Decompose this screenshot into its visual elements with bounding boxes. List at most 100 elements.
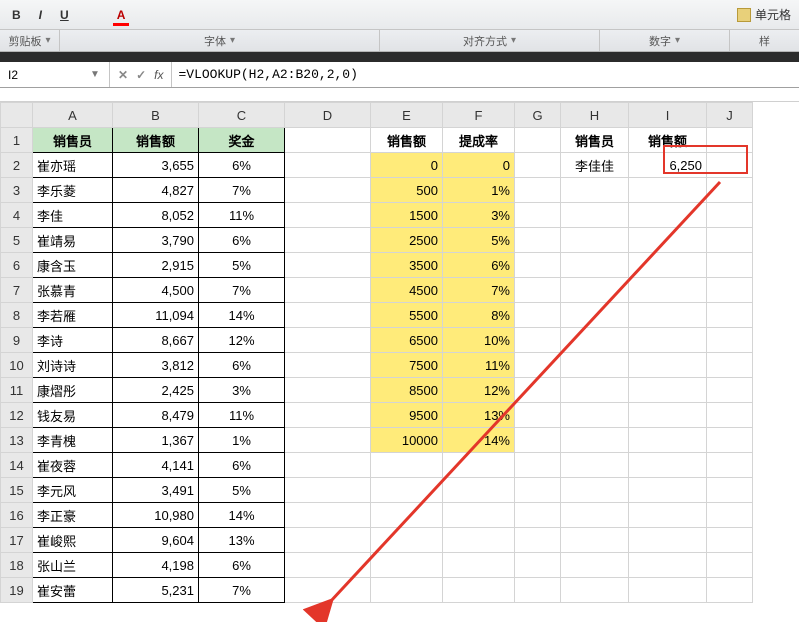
cell[interactable]: 13%	[199, 528, 285, 553]
cell[interactable]	[707, 478, 753, 503]
cell[interactable]: 8,479	[113, 403, 199, 428]
cell[interactable]	[629, 578, 707, 603]
cell[interactable]	[371, 453, 443, 478]
cell[interactable]	[515, 253, 561, 278]
cell[interactable]	[285, 328, 371, 353]
cell[interactable]	[515, 128, 561, 153]
cell[interactable]	[629, 453, 707, 478]
cell[interactable]	[561, 253, 629, 278]
ribbon-section-font[interactable]: 字体▾	[60, 30, 380, 51]
cell[interactable]	[285, 553, 371, 578]
cell[interactable]	[629, 553, 707, 578]
cell[interactable]	[707, 378, 753, 403]
cell[interactable]: 康含玉	[33, 253, 113, 278]
cell[interactable]: 崔安蕾	[33, 578, 113, 603]
col-header-A[interactable]: A	[33, 103, 113, 128]
cell[interactable]: 5500	[371, 303, 443, 328]
ribbon-section-style[interactable]: 样	[730, 30, 799, 51]
cell[interactable]	[285, 578, 371, 603]
cell[interactable]	[285, 128, 371, 153]
cell[interactable]	[707, 328, 753, 353]
cell[interactable]: 提成率	[443, 128, 515, 153]
cell[interactable]: 4,827	[113, 178, 199, 203]
cell[interactable]	[515, 478, 561, 503]
row-header[interactable]: 11	[1, 378, 33, 403]
ribbon-section-number[interactable]: 数字▾	[600, 30, 730, 51]
row-header[interactable]: 2	[1, 153, 33, 178]
cell[interactable]	[629, 253, 707, 278]
cell[interactable]: 3,812	[113, 353, 199, 378]
cell[interactable]	[371, 528, 443, 553]
cell[interactable]	[629, 528, 707, 553]
cell[interactable]	[561, 278, 629, 303]
cell[interactable]: 14%	[443, 428, 515, 453]
cell[interactable]	[707, 428, 753, 453]
row-header[interactable]: 3	[1, 178, 33, 203]
cell[interactable]	[629, 503, 707, 528]
cell[interactable]: 1,367	[113, 428, 199, 453]
cell[interactable]	[707, 453, 753, 478]
cell[interactable]	[629, 303, 707, 328]
cell[interactable]: 3,655	[113, 153, 199, 178]
cell[interactable]	[561, 403, 629, 428]
cell[interactable]: 6%	[199, 153, 285, 178]
cell[interactable]: 10000	[371, 428, 443, 453]
cell[interactable]: 钱友易	[33, 403, 113, 428]
cell[interactable]: 9,604	[113, 528, 199, 553]
cell[interactable]	[285, 478, 371, 503]
row-header[interactable]: 9	[1, 328, 33, 353]
cell[interactable]	[285, 528, 371, 553]
cell[interactable]	[629, 403, 707, 428]
cell[interactable]: 5%	[199, 478, 285, 503]
cell[interactable]: 销售额	[113, 128, 199, 153]
cell[interactable]	[561, 203, 629, 228]
cell[interactable]: 崔靖易	[33, 228, 113, 253]
row-header[interactable]: 14	[1, 453, 33, 478]
cell[interactable]: 李正豪	[33, 503, 113, 528]
row-header[interactable]: 7	[1, 278, 33, 303]
row-header[interactable]: 1	[1, 128, 33, 153]
row-header[interactable]: 15	[1, 478, 33, 503]
col-header-J[interactable]: J	[707, 103, 753, 128]
cell[interactable]: 3%	[443, 203, 515, 228]
cell[interactable]: 李若雁	[33, 303, 113, 328]
cell[interactable]: 6%	[199, 453, 285, 478]
row-header[interactable]: 4	[1, 203, 33, 228]
cell[interactable]: 销售员	[561, 128, 629, 153]
font-color-button[interactable]: A	[113, 6, 130, 24]
cell[interactable]	[285, 278, 371, 303]
cell[interactable]: 4,500	[113, 278, 199, 303]
cell[interactable]: 7500	[371, 353, 443, 378]
cell[interactable]: 3500	[371, 253, 443, 278]
cell[interactable]: 6%	[199, 353, 285, 378]
cell[interactable]: 9500	[371, 403, 443, 428]
cell[interactable]	[561, 503, 629, 528]
cell[interactable]	[707, 503, 753, 528]
cell[interactable]: 7%	[443, 278, 515, 303]
col-header-E[interactable]: E	[371, 103, 443, 128]
cell[interactable]: 崔夜蓉	[33, 453, 113, 478]
cell[interactable]	[561, 553, 629, 578]
cell[interactable]	[707, 253, 753, 278]
cell[interactable]	[285, 153, 371, 178]
cell[interactable]: 6,250	[629, 153, 707, 178]
cell[interactable]	[515, 428, 561, 453]
cell[interactable]	[285, 378, 371, 403]
cell[interactable]: 10%	[443, 328, 515, 353]
cell[interactable]	[443, 553, 515, 578]
cell[interactable]: 康熠彤	[33, 378, 113, 403]
cell[interactable]	[515, 278, 561, 303]
cell[interactable]: 销售额	[371, 128, 443, 153]
cell[interactable]: 刘诗诗	[33, 353, 113, 378]
cell[interactable]: 7%	[199, 178, 285, 203]
col-header-C[interactable]: C	[199, 103, 285, 128]
cell[interactable]: 8,667	[113, 328, 199, 353]
row-header[interactable]: 16	[1, 503, 33, 528]
cell[interactable]: 6%	[443, 253, 515, 278]
cell[interactable]: 10,980	[113, 503, 199, 528]
cell[interactable]: 1500	[371, 203, 443, 228]
cell[interactable]	[707, 303, 753, 328]
cell[interactable]	[707, 228, 753, 253]
cell[interactable]: 8500	[371, 378, 443, 403]
cell[interactable]: 2,915	[113, 253, 199, 278]
